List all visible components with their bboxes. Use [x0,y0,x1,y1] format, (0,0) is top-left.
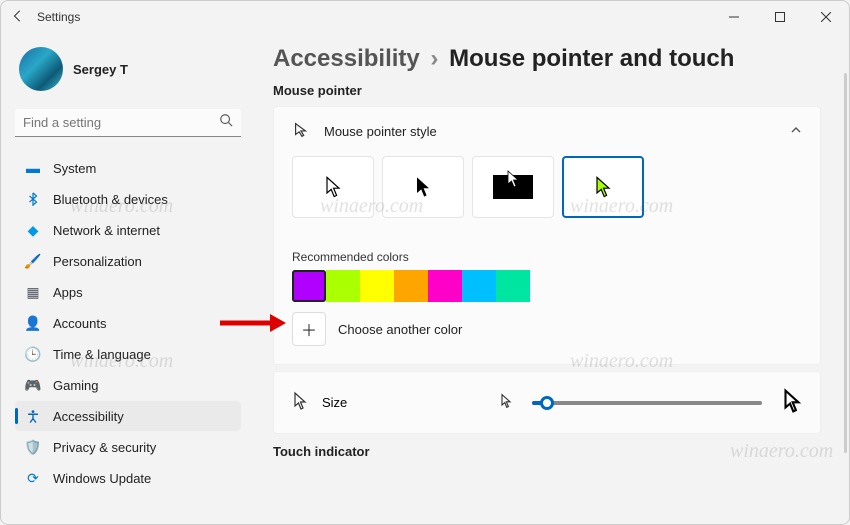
clock-icon: 🕒 [25,346,41,362]
back-button[interactable] [11,9,25,26]
titlebar: Settings [1,1,849,33]
section-touch-indicator: Touch indicator [273,444,821,459]
swatch-purple[interactable] [292,270,326,302]
breadcrumb-current: Mouse pointer and touch [449,45,734,72]
sidebar-item-accessibility[interactable]: Accessibility [15,401,241,431]
sidebar-item-label: System [53,161,96,176]
nav: ▬ System Bluetooth & devices ◆ Network & i… [15,153,241,493]
brush-icon: 🖌️ [25,253,41,269]
cursor-size-icon [292,391,308,414]
sidebar-item-label: Accessibility [53,409,124,424]
pointer-style-header[interactable]: Mouse pointer style [274,107,820,156]
breadcrumb-parent[interactable]: Accessibility [273,45,420,72]
sidebar-item-personalization[interactable]: 🖌️ Personalization [15,246,241,276]
settings-window: Settings Sergey T ▬ System Bluetooth & de… [0,0,850,525]
cursor-style-icon [292,121,310,142]
sidebar-item-label: Privacy & security [53,440,156,455]
close-button[interactable] [803,1,849,33]
recommended-colors-label: Recommended colors [274,236,820,270]
chevron-right-icon: › [430,45,438,72]
sidebar-item-bluetooth[interactable]: Bluetooth & devices [15,184,241,214]
sidebar-item-label: Windows Update [53,471,151,486]
cursor-large-icon [782,388,802,417]
slider-thumb[interactable] [540,396,554,410]
size-card[interactable]: Size [273,371,821,434]
gamepad-icon: 🎮 [25,377,41,393]
color-swatches [274,270,820,312]
size-slider[interactable] [532,401,762,405]
window-controls [711,1,849,33]
size-label: Size [322,395,347,410]
pointer-style-options [274,156,820,236]
sidebar-item-accounts[interactable]: 👤 Accounts [15,308,241,338]
swatch-yellow[interactable] [360,270,394,302]
main-panel: Accessibility › Mouse pointer and touch … [249,33,849,524]
style-inverted[interactable] [472,156,554,218]
pointer-style-card: Mouse pointer style Recommended colors [273,106,821,365]
sidebar-item-label: Time & language [53,347,151,362]
style-black[interactable] [382,156,464,218]
minimize-button[interactable] [711,1,757,33]
apps-icon: ▦ [25,284,41,300]
maximize-button[interactable] [757,1,803,33]
style-white[interactable] [292,156,374,218]
swatch-lime[interactable] [326,270,360,302]
accessibility-icon [25,408,41,424]
sidebar-item-time[interactable]: 🕒 Time & language [15,339,241,369]
pointer-style-label: Mouse pointer style [324,124,437,139]
choose-color-button[interactable]: ＋ [292,312,326,346]
wifi-icon: ◆ [25,222,41,238]
plus-icon: ＋ [301,317,317,341]
sidebar-item-update[interactable]: ⟳ Windows Update [15,463,241,493]
sidebar-item-apps[interactable]: ▦ Apps [15,277,241,307]
sidebar: Sergey T ▬ System Bluetooth & devices ◆ Ne… [1,33,249,524]
breadcrumb: Accessibility › Mouse pointer and touch [273,45,821,73]
style-custom[interactable] [562,156,644,218]
person-icon: 👤 [25,315,41,331]
scrollbar[interactable] [844,73,847,453]
search-icon [219,113,233,132]
sidebar-item-label: Network & internet [53,223,160,238]
section-mouse-pointer: Mouse pointer [273,83,821,98]
update-icon: ⟳ [25,470,41,486]
sidebar-item-network[interactable]: ◆ Network & internet [15,215,241,245]
sidebar-item-label: Gaming [53,378,99,393]
sidebar-item-label: Personalization [53,254,142,269]
window-title: Settings [37,10,80,24]
choose-color-label: Choose another color [338,322,462,337]
search-input[interactable] [23,115,219,130]
swatch-magenta[interactable] [428,270,462,302]
swatch-cyan[interactable] [462,270,496,302]
bluetooth-icon [25,191,41,207]
sidebar-item-label: Accounts [53,316,106,331]
sidebar-item-label: Apps [53,285,83,300]
chevron-up-icon [790,124,802,139]
profile[interactable]: Sergey T [15,41,241,105]
profile-name: Sergey T [73,62,128,77]
swatch-teal[interactable] [496,270,530,302]
shield-icon: 🛡️ [25,439,41,455]
sidebar-item-system[interactable]: ▬ System [15,153,241,183]
avatar [19,47,63,91]
display-icon: ▬ [25,160,41,176]
swatch-orange[interactable] [394,270,428,302]
search-box[interactable] [15,109,241,137]
sidebar-item-gaming[interactable]: 🎮 Gaming [15,370,241,400]
sidebar-item-privacy[interactable]: 🛡️ Privacy & security [15,432,241,462]
cursor-small-icon [500,393,512,412]
sidebar-item-label: Bluetooth & devices [53,192,168,207]
